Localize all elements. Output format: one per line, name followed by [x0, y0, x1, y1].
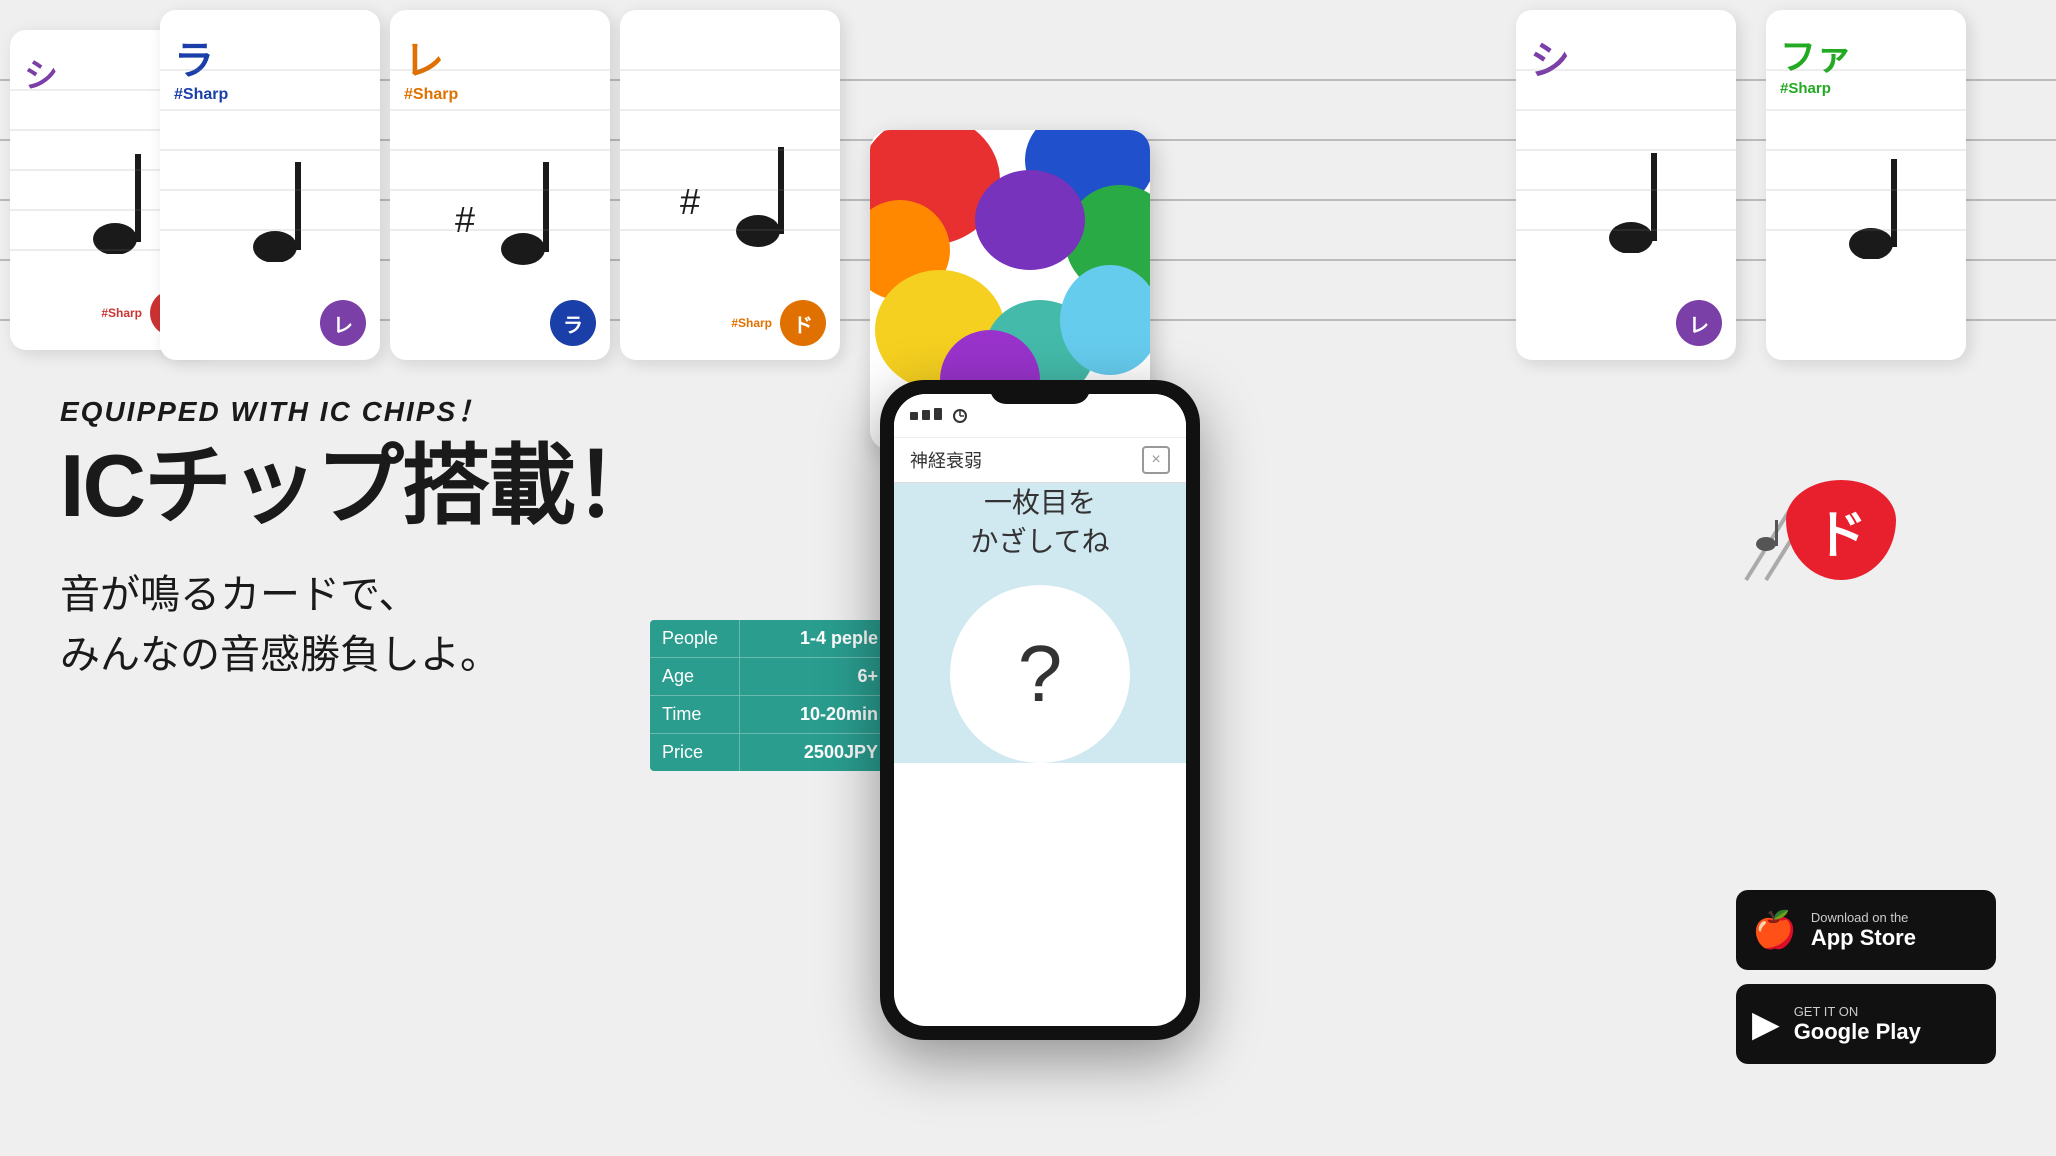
svg-text:#: # [455, 199, 475, 240]
info-label-price: Price [650, 734, 740, 771]
phone-notch [990, 380, 1090, 404]
app-store-sub: Download on the [1811, 910, 1916, 925]
phone-instruction: 一枚目をかざしてね [970, 483, 1109, 561]
note-svg-3: # [445, 137, 555, 267]
info-row-3: Price 2500JPY [650, 734, 890, 771]
info-row-1: Age 6+ [650, 658, 890, 696]
google-play-button[interactable]: ▶ GET IT ON Google Play [1736, 984, 1996, 1064]
note-svg-1 [60, 134, 160, 254]
card-note-name-2: ラ [174, 28, 214, 86]
music-card-4: # #Sharp ド [620, 10, 840, 360]
card-bottom-label-1: #Sharp [101, 306, 142, 320]
phone-title-bar: 神経衰弱 × [894, 438, 1186, 483]
card-bottom-icon-2: レ [320, 300, 366, 346]
deco-do-text: ド [1815, 493, 1867, 568]
info-value-people: 1-4 peple [740, 620, 890, 657]
phone-circle: ? [950, 585, 1130, 763]
note-svg-5 [1576, 133, 1676, 253]
info-value-age: 6+ [740, 658, 890, 695]
desc-line2: みんなの音感勝負しよ。 [60, 633, 500, 677]
music-card-3: レ #Sharp # ラ [390, 10, 610, 360]
app-store-text: Download on the App Store [1811, 910, 1916, 951]
title-ja: ICチップ搭載！ [60, 438, 760, 535]
card-bottom-icon-4: ド [780, 300, 826, 346]
card-note-name-5: シ [1530, 28, 1570, 86]
info-label-people: People [650, 620, 740, 657]
info-label-age: Age [650, 658, 740, 695]
phone-area: 神経衰弱 × 一枚目をかざしてね ? [880, 380, 1240, 1100]
music-card-5: シ レ [1516, 10, 1736, 360]
phone-question-mark: ? [1018, 628, 1063, 720]
phone-content: 一枚目をかざしてね ? [894, 483, 1186, 763]
phone-game-title: 神経衰弱 [910, 447, 982, 473]
card-note-name-1: シ [24, 48, 58, 97]
card-note-name-3: レ [404, 28, 444, 86]
note-svg-4: # [670, 119, 790, 249]
google-play-main: Google Play [1794, 1019, 1921, 1045]
desc-line1: 音が鳴るカードで、 [60, 573, 418, 617]
google-play-sub: GET IT ON [1794, 1004, 1921, 1019]
card-sharp-6: #Sharp [1780, 80, 1831, 97]
info-value-time: 10-20min [740, 696, 890, 733]
store-buttons: 🍎 Download on the App Store ▶ GET IT ON … [1736, 890, 1996, 1064]
google-play-icon: ▶ [1752, 1003, 1780, 1045]
phone-close-button[interactable]: × [1142, 446, 1170, 474]
card-sharp-3: #Sharp [404, 86, 458, 104]
apple-icon: 🍎 [1752, 909, 1797, 951]
info-row-2: Time 10-20min [650, 696, 890, 734]
card-bottom-icon-3: ラ [550, 300, 596, 346]
status-icons [910, 406, 970, 426]
music-card-6: ファ #Sharp [1766, 10, 1966, 360]
card-bottom-icon-5: レ [1676, 300, 1722, 346]
svg-text:#: # [680, 181, 700, 222]
info-value-price: 2500JPY [740, 734, 890, 771]
info-label-time: Time [650, 696, 740, 733]
phone-frame: 神経衰弱 × 一枚目をかざしてね ? [880, 380, 1200, 1040]
phone-screen: 神経衰弱 × 一枚目をかざしてね ? [894, 394, 1186, 1026]
card-sharp-2: #Sharp [174, 86, 228, 104]
card-sharp-label-4: #Sharp [731, 316, 772, 330]
card-note-name-6: ファ [1780, 28, 1852, 80]
subtitle-en: EQUIPPED WITH IC CHIPS！ [60, 390, 760, 430]
app-store-button[interactable]: 🍎 Download on the App Store [1736, 890, 1996, 970]
google-play-text: GET IT ON Google Play [1794, 1004, 1921, 1045]
info-table: People 1-4 peple Age 6+ Time 10-20min Pr… [650, 620, 890, 771]
music-card-2: ラ #Sharp レ [160, 10, 380, 360]
app-store-main: App Store [1811, 925, 1916, 951]
info-row-0: People 1-4 peple [650, 620, 890, 658]
note-svg-6 [1816, 139, 1916, 259]
note-svg-2 [220, 142, 320, 262]
